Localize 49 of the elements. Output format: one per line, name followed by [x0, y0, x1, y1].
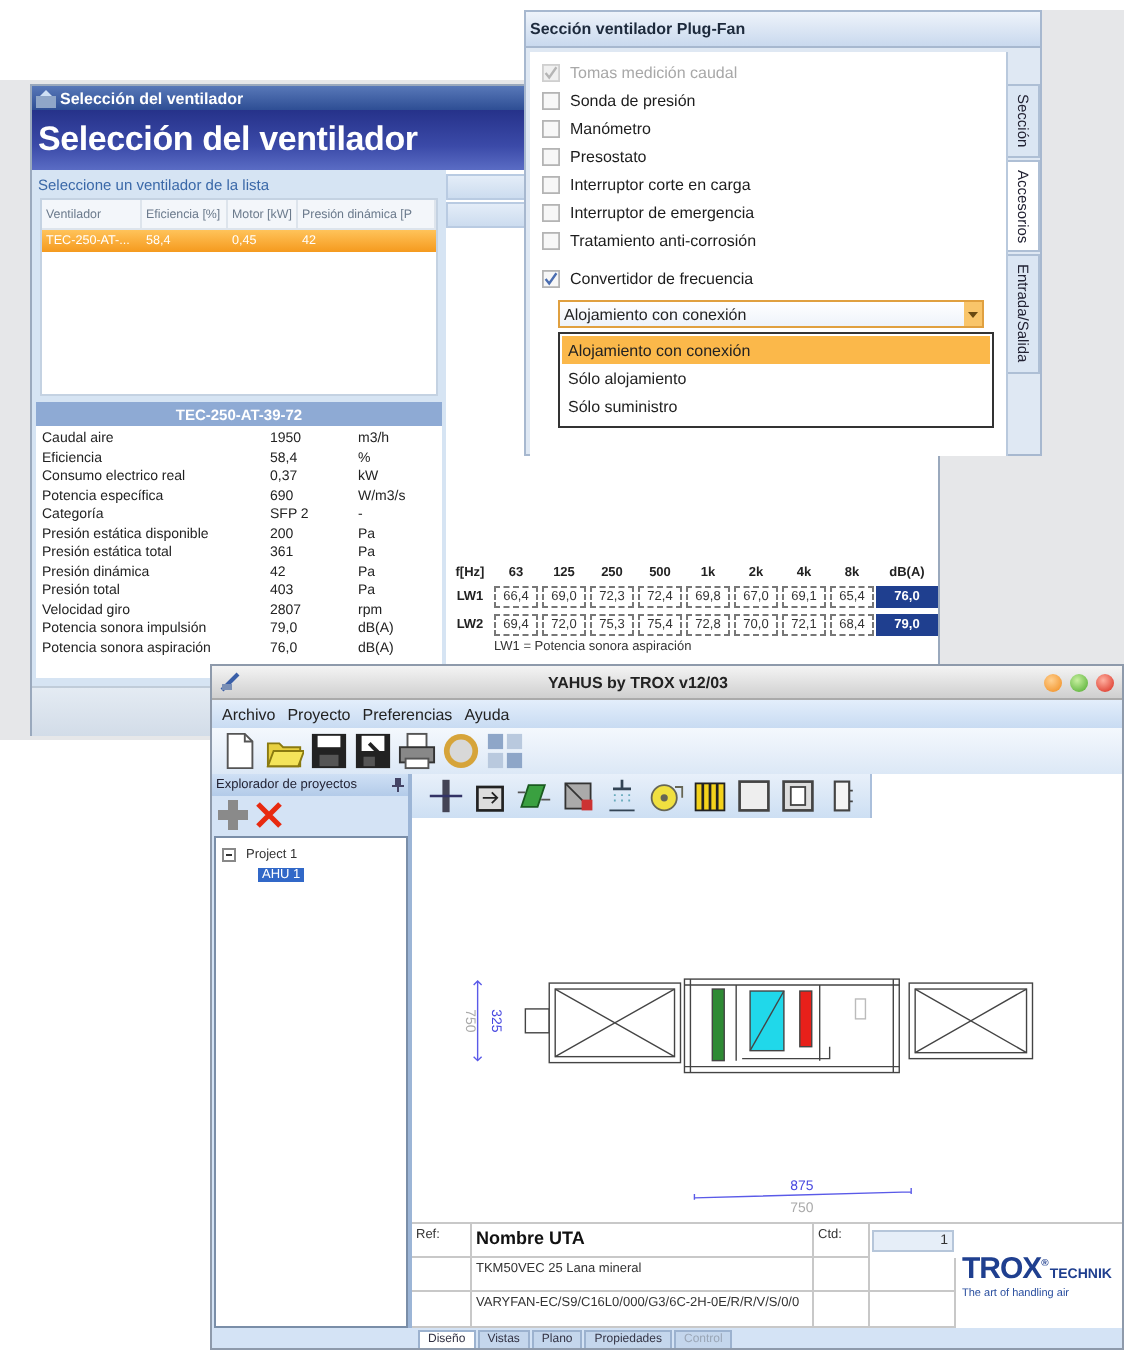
dropdown-option[interactable]: Alojamiento con conexión: [562, 336, 990, 364]
checkbox-label: Interruptor de emergencia: [570, 203, 755, 221]
window-title: Selección del ventilador: [60, 89, 244, 107]
printer-icon[interactable]: [398, 732, 436, 770]
checkbox-label: Manómetro: [570, 119, 651, 137]
blank-cell: [814, 1258, 870, 1292]
menu-item[interactable]: Ayuda: [464, 705, 510, 723]
checkbox[interactable]: [542, 175, 560, 193]
checkbox-label: Tratamiento anti-corrosión: [570, 231, 757, 249]
dropdown-field[interactable]: Alojamiento con conexión: [558, 300, 984, 328]
checkbox[interactable]: [542, 269, 560, 287]
caret-icon: [964, 302, 982, 326]
blank-cell: [814, 1292, 870, 1328]
collapse-icon[interactable]: [222, 847, 236, 861]
logo-text: TROX$^{®}$: [962, 1252, 1048, 1286]
blank-cell: [412, 1258, 472, 1292]
dropdown-option[interactable]: Sólo alojamiento: [562, 364, 990, 392]
pin-icon[interactable]: [392, 778, 404, 792]
dropdown-option[interactable]: Sólo suministro: [562, 392, 990, 420]
checkbox-label: Convertidor de frecuencia: [570, 269, 754, 287]
fan-icon[interactable]: [648, 778, 684, 815]
checkbox[interactable]: [542, 119, 560, 137]
window-title: Sección ventilador Plug-Fan: [526, 12, 1040, 48]
checkbox-label: Presostato: [570, 147, 647, 165]
blank-cell: [870, 1292, 956, 1328]
square-icon[interactable]: [736, 778, 772, 815]
app-icon: [220, 672, 240, 692]
silencer-icon[interactable]: [692, 778, 728, 815]
panel-icon[interactable]: [780, 778, 816, 815]
checkbox[interactable]: [542, 91, 560, 109]
menu-item[interactable]: Archivo: [222, 705, 276, 723]
unit-name: Nombre UTA: [472, 1224, 814, 1258]
plus-icon[interactable]: [218, 800, 248, 830]
close-button[interactable]: [1096, 673, 1114, 691]
window-title: YAHUS by TROX v12/03: [546, 673, 730, 691]
checkbox-label: Tomas medición caudal: [570, 63, 738, 81]
checkbox-label: Sonda de presión: [570, 91, 696, 109]
shower-icon[interactable]: [604, 778, 640, 815]
menu-item[interactable]: Proyecto: [287, 705, 351, 723]
checkbox[interactable]: [542, 203, 560, 221]
menu-item[interactable]: Preferencias: [362, 705, 453, 723]
checkbox[interactable]: [542, 147, 560, 165]
blank-cell: [412, 1292, 472, 1328]
blank-cell: [870, 1258, 956, 1292]
close-icon[interactable]: [254, 800, 284, 830]
checkbox[interactable]: [542, 231, 560, 249]
checkbox-label: Interruptor corte en carga: [570, 175, 751, 193]
app-icon: [36, 89, 56, 107]
dimension-line: [472, 980, 483, 1062]
